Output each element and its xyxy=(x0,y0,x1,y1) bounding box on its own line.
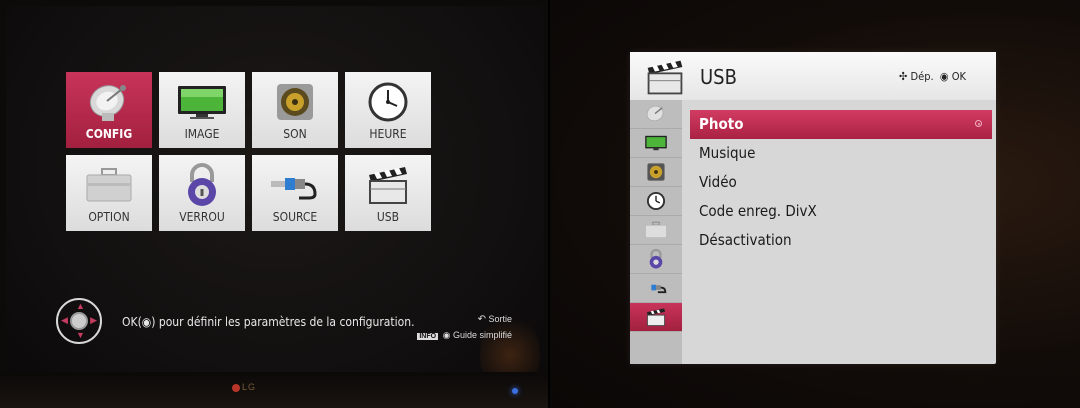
cable-connector-icon xyxy=(644,284,667,294)
usb-menu-photo: USB ✣ Dép. ◉ OK Photo Musique Vidéo Code… xyxy=(550,0,1080,408)
tv-screen-icon xyxy=(176,80,228,124)
home-menu-photo: CONFIG IMAGE SON HEURE OPTION VERROU SOU… xyxy=(0,0,548,408)
arrow-up-icon: ▲ xyxy=(76,301,85,311)
cable-connector-icon xyxy=(269,163,321,207)
side-item-son[interactable] xyxy=(630,158,682,187)
tile-option-label: OPTION xyxy=(88,210,130,224)
tile-heure-label: HEURE xyxy=(369,127,407,141)
usb-panel: USB ✣ Dép. ◉ OK Photo Musique Vidéo Code… xyxy=(630,52,996,364)
side-item-config[interactable] xyxy=(630,100,682,129)
help-text: OK(◉) pour définir les paramètres de la … xyxy=(122,315,415,329)
menu-item-label: Musique xyxy=(699,144,756,162)
menu-item-divx-code[interactable]: Code enreg. DivX xyxy=(690,197,992,226)
info-dot-icon: ◉ xyxy=(442,330,451,340)
arrow-down-icon: ▼ xyxy=(76,330,85,340)
satellite-dish-icon xyxy=(83,80,135,124)
nav-hint-label: Dép. xyxy=(910,70,934,83)
menu-item-photo[interactable]: Photo xyxy=(690,110,992,139)
guide-label: Guide simplifié xyxy=(452,330,512,340)
exit-label: Sortie xyxy=(488,314,512,324)
satellite-dish-icon xyxy=(646,105,664,122)
ok-dot-icon: ◉ xyxy=(939,70,949,83)
side-item-source[interactable] xyxy=(630,274,682,303)
info-key: INFO xyxy=(417,333,439,340)
side-category-bar xyxy=(630,100,682,364)
guide-hint[interactable]: INFO ◉ Guide simplifié xyxy=(417,330,512,341)
lg-logo-icon xyxy=(232,383,240,392)
tile-heure[interactable]: HEURE xyxy=(345,72,431,148)
clock-icon xyxy=(646,191,666,211)
back-arrow-icon: ↶ xyxy=(477,314,486,325)
side-item-option[interactable] xyxy=(630,216,682,245)
tv-bezel xyxy=(0,372,548,408)
menu-item-video[interactable]: Vidéo xyxy=(690,168,992,197)
menu-item-label: Vidéo xyxy=(699,173,737,191)
usb-menu-list: Photo Musique Vidéo Code enreg. DivX Dés… xyxy=(690,110,992,255)
tile-option[interactable]: OPTION xyxy=(66,155,152,231)
tile-source-label: SOURCE xyxy=(272,210,318,224)
side-item-heure[interactable] xyxy=(630,187,682,216)
tile-son[interactable]: SON xyxy=(252,72,338,148)
tile-verrou-label: VERROU xyxy=(179,210,225,224)
tile-son-label: SON xyxy=(283,127,307,141)
tile-config-label: CONFIG xyxy=(85,127,133,141)
help-bar: ▲ ▼ ◀ ▶ OK(◉) pour définir les paramètre… xyxy=(56,298,526,348)
side-item-usb[interactable] xyxy=(630,303,682,332)
tile-usb[interactable]: USB xyxy=(345,155,431,231)
lg-logo: LG xyxy=(232,382,256,392)
menu-item-label: Code enreg. DivX xyxy=(699,202,817,220)
menu-item-deactivation[interactable]: Désactivation xyxy=(690,226,992,255)
padlock-icon xyxy=(176,163,228,207)
clock-icon xyxy=(362,80,414,124)
padlock-icon xyxy=(649,248,663,269)
side-item-verrou[interactable] xyxy=(630,245,682,274)
navigation-pad-icon: ▲ ▼ ◀ ▶ xyxy=(56,298,102,344)
speaker-icon xyxy=(269,80,321,124)
tile-image[interactable]: IMAGE xyxy=(159,72,245,148)
tile-config[interactable]: CONFIG xyxy=(66,72,152,148)
menu-item-musique[interactable]: Musique xyxy=(690,139,992,168)
nav-hint: ✣ Dép. ◉ OK xyxy=(899,70,966,83)
arrow-left-icon: ◀ xyxy=(61,315,68,325)
clapperboard-icon xyxy=(646,308,666,327)
brand-text: LG xyxy=(242,382,257,392)
ok-hint-label: OK xyxy=(951,70,966,83)
speaker-icon xyxy=(647,163,665,181)
ok-indicator-icon xyxy=(975,120,982,127)
clapperboard-icon xyxy=(644,58,686,96)
home-menu-grid: CONFIG IMAGE SON HEURE OPTION VERROU SOU… xyxy=(66,72,431,231)
menu-item-label: Photo xyxy=(699,115,744,133)
dpad-icon: ✣ xyxy=(899,70,908,83)
menu-item-label: Désactivation xyxy=(699,231,792,249)
side-item-image[interactable] xyxy=(630,129,682,158)
exit-hint[interactable]: ↶ Sortie xyxy=(478,314,512,325)
tile-usb-label: USB xyxy=(376,210,400,224)
arrow-right-icon: ▶ xyxy=(90,315,97,325)
tile-verrou[interactable]: VERROU xyxy=(159,155,245,231)
tv-screen-icon xyxy=(645,135,667,151)
toolbox-icon xyxy=(83,163,135,207)
clapperboard-icon xyxy=(362,163,414,207)
panel-header: USB ✣ Dép. ◉ OK xyxy=(630,52,996,100)
toolbox-icon xyxy=(645,221,667,238)
tile-image-label: IMAGE xyxy=(184,127,220,141)
page-title: USB xyxy=(700,65,737,89)
power-led xyxy=(512,388,518,394)
ok-button-icon xyxy=(70,312,88,330)
tile-source[interactable]: SOURCE xyxy=(252,155,338,231)
